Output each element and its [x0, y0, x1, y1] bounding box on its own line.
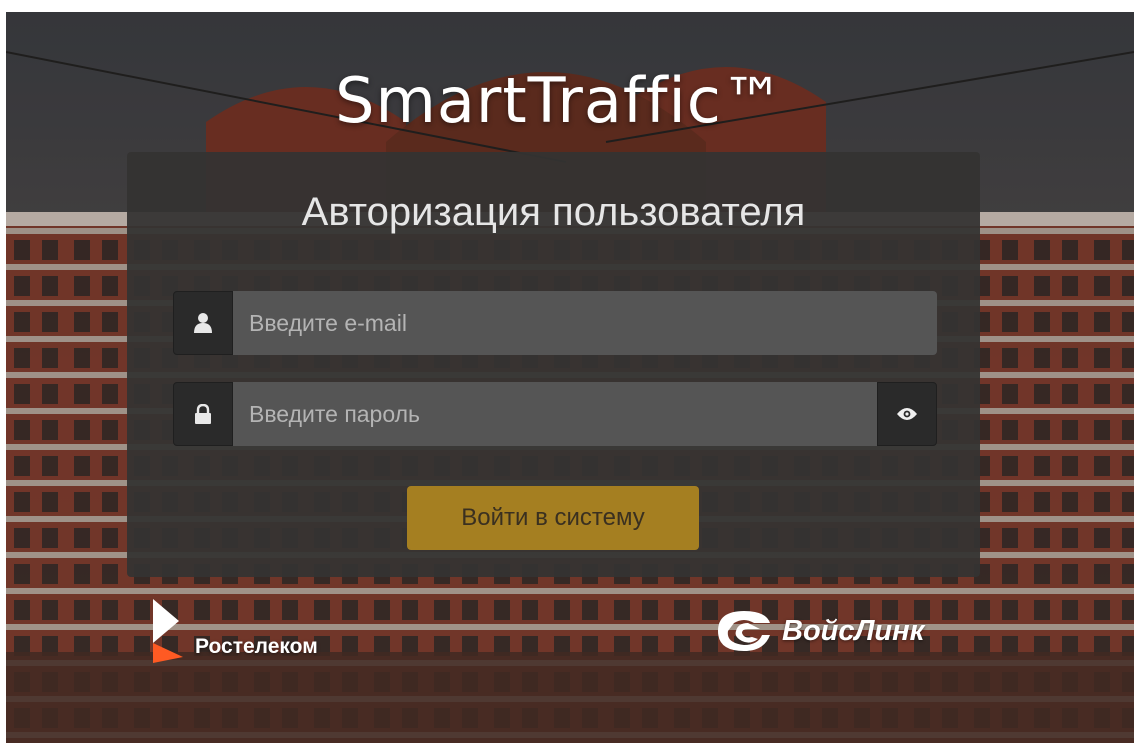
email-field[interactable] [233, 291, 937, 355]
login-panel: Авторизация пользователя Введите e-mail … [127, 152, 980, 577]
app-title: SmartTraffic™ [335, 64, 785, 137]
user-icon [173, 291, 233, 355]
password-field[interactable] [233, 382, 877, 446]
panel-heading: Авторизация пользователя [301, 190, 806, 234]
email-input-group [173, 291, 937, 355]
login-page: SmartTraffic™ Авторизация пользователя В… [6, 12, 1134, 743]
password-input-group [173, 382, 937, 446]
eye-icon[interactable] [877, 382, 937, 446]
voicelink-logo: ВойсЛинк [710, 607, 980, 655]
voicelink-name: ВойсЛинк [782, 615, 925, 647]
lock-icon [173, 382, 233, 446]
rostelecom-logo: Ростелеком [149, 595, 369, 665]
rostelecom-name: Ростелеком [195, 635, 318, 658]
rostelecom-mark-icon [153, 599, 183, 663]
voicelink-mark-icon [718, 611, 770, 651]
login-button[interactable]: Войти в систему [407, 486, 699, 550]
